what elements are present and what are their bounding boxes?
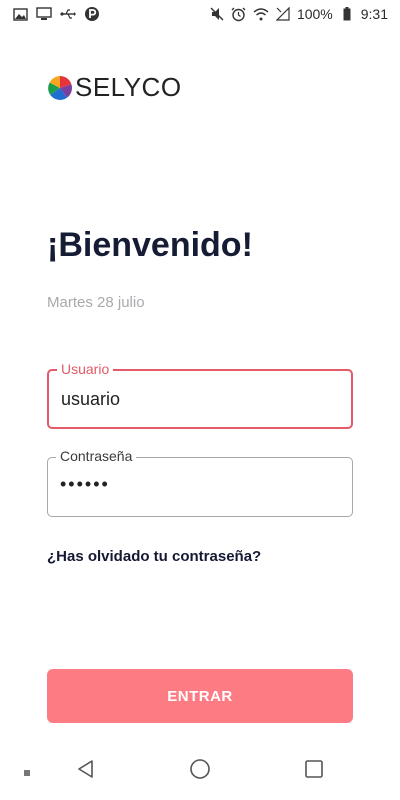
recent-apps-icon[interactable]: [304, 759, 324, 784]
brand-name: SELYCO: [75, 72, 182, 102]
wifi-icon: [253, 6, 269, 22]
image-icon: [12, 6, 28, 22]
enter-button[interactable]: ENTRAR: [47, 669, 353, 723]
signal-icon: [275, 6, 291, 22]
username-value[interactable]: usuario: [61, 389, 120, 410]
status-right: 100% 9:31: [209, 6, 388, 22]
navigation-bar: [0, 742, 400, 800]
mute-icon: [209, 6, 225, 22]
status-bar: 100% 9:31: [0, 0, 400, 28]
back-icon[interactable]: [76, 759, 96, 784]
monitor-icon: [36, 6, 52, 22]
home-icon[interactable]: [189, 758, 211, 785]
username-label: Usuario: [57, 361, 114, 377]
alarm-icon: [231, 6, 247, 22]
password-label: Contraseña: [56, 448, 137, 464]
welcome-title: ¡Bienvenido!: [47, 226, 253, 264]
password-value[interactable]: ••••••: [60, 474, 110, 495]
clock: 9:31: [360, 6, 388, 22]
battery-icon: [339, 6, 355, 22]
current-date: Martes 28 julio: [47, 294, 145, 311]
p-icon: [84, 6, 100, 22]
status-left: [12, 6, 100, 22]
battery-level: 100%: [296, 6, 333, 22]
forgot-password-link[interactable]: ¿Has olvidado tu contraseña?: [47, 548, 261, 565]
logo-mark-icon: [48, 75, 72, 100]
username-field[interactable]: Usuario usuario: [47, 361, 353, 429]
brand-logo: SELYCO: [47, 72, 182, 103]
usb-icon: [60, 6, 76, 22]
password-field[interactable]: Contraseña ••••••: [47, 448, 353, 517]
menu-dot-icon[interactable]: [24, 770, 30, 776]
